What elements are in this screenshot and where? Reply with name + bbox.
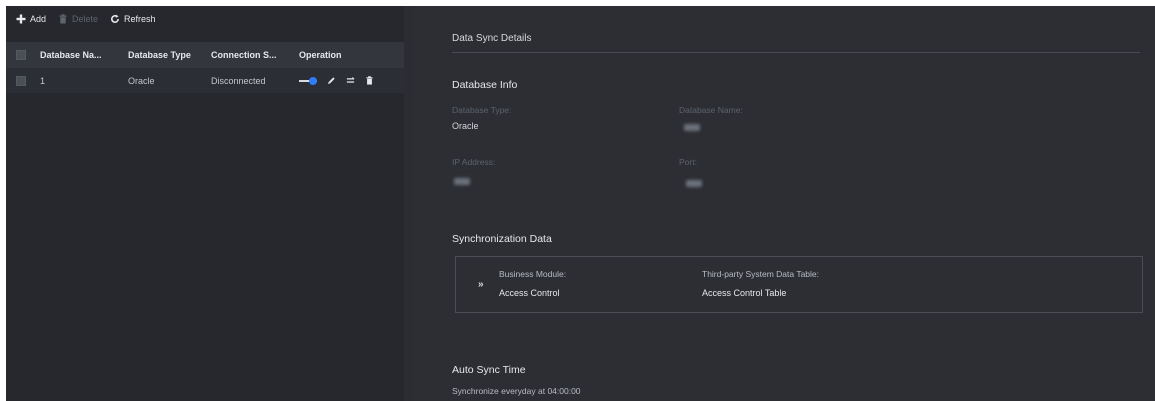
- plus-icon: [16, 14, 26, 24]
- delete-row-trash-icon[interactable]: [365, 76, 374, 85]
- data-sync-details-panel: Data Sync Details Database Info Database…: [414, 6, 1155, 401]
- add-button[interactable]: Add: [10, 9, 52, 29]
- auto-sync-time-heading: Auto Sync Time: [452, 364, 526, 376]
- database-name-label: Database Name:: [679, 105, 743, 115]
- row-checkbox[interactable]: [6, 75, 36, 86]
- business-module-label: Business Module:: [499, 269, 567, 279]
- expand-arrow-icon[interactable]: »: [478, 279, 484, 290]
- sync-mapping-box: » Business Module: Access Control Third-…: [455, 256, 1143, 313]
- panel-divider: [404, 6, 414, 401]
- enable-toggle[interactable]: [299, 76, 317, 85]
- row-operations: [295, 76, 404, 85]
- refresh-icon: [110, 14, 120, 24]
- column-header-operation: Operation: [299, 50, 342, 60]
- port-value-redacted: [686, 180, 702, 187]
- row-database-type: Oracle: [128, 75, 155, 86]
- ip-address-value-redacted: [454, 178, 470, 185]
- title-divider: [452, 52, 1140, 53]
- row-connection-status: Disconnected: [211, 75, 266, 86]
- column-header-database-name[interactable]: Database Na...: [36, 50, 124, 60]
- table-header-row: Database Na... Database Type Connection …: [6, 42, 404, 68]
- delete-button-label: Delete: [72, 14, 99, 24]
- ip-address-label: IP Address:: [452, 157, 496, 167]
- toolbar: Add Delete Refresh: [6, 6, 404, 32]
- data-table-value: Access Control Table: [702, 288, 787, 298]
- business-module-value: Access Control: [499, 288, 560, 298]
- refresh-button[interactable]: Refresh: [104, 9, 162, 29]
- add-button-label: Add: [30, 14, 47, 24]
- trash-icon: [58, 14, 68, 24]
- port-label: Port:: [679, 157, 697, 167]
- delete-button[interactable]: Delete: [52, 9, 104, 29]
- edit-pencil-icon[interactable]: [327, 76, 336, 85]
- column-header-database-type[interactable]: Database Type: [124, 50, 207, 60]
- column-header-connection-status[interactable]: Connection S...: [207, 50, 295, 60]
- database-info-heading: Database Info: [452, 79, 518, 91]
- synchronization-data-heading: Synchronization Data: [452, 233, 552, 245]
- sync-lines-icon[interactable]: [346, 76, 355, 85]
- select-all-checkbox[interactable]: [6, 50, 36, 60]
- database-list-panel: Add Delete Refresh Database Na... Databa…: [6, 6, 404, 401]
- database-type-label: Database Type:: [452, 105, 512, 115]
- table-row[interactable]: 1 Oracle Disconnected: [6, 68, 404, 93]
- data-table-label: Third-party System Data Table:: [702, 269, 819, 279]
- auto-sync-time-text: Synchronize everyday at 04:00:00: [452, 386, 581, 396]
- app-window: Add Delete Refresh Database Na... Databa…: [6, 6, 1155, 401]
- details-title: Data Sync Details: [452, 33, 532, 44]
- database-type-value: Oracle: [452, 121, 479, 131]
- refresh-button-label: Refresh: [124, 14, 156, 24]
- row-database-name: 1: [40, 75, 46, 86]
- database-name-value-redacted: [684, 124, 700, 131]
- database-table: Database Na... Database Type Connection …: [6, 42, 404, 93]
